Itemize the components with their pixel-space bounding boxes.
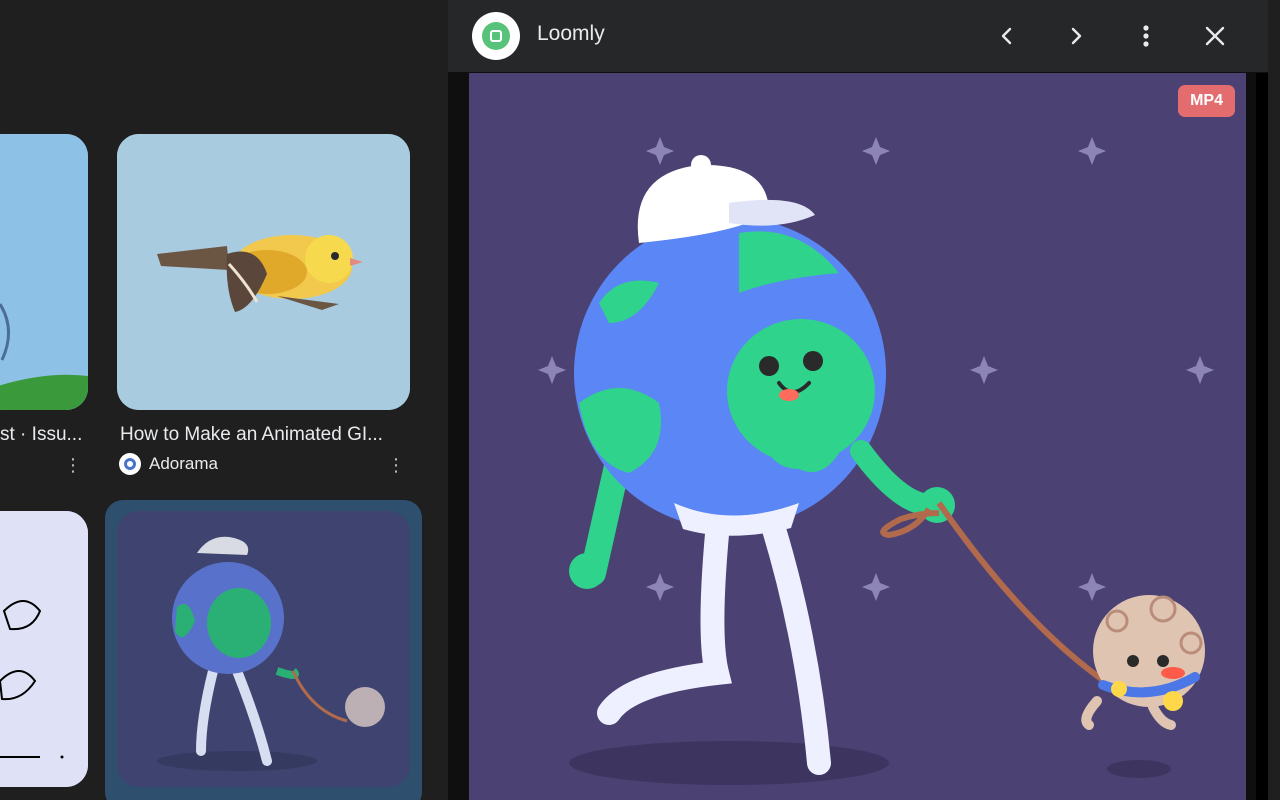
more-options-button[interactable]: [1128, 18, 1164, 54]
result-title-2[interactable]: How to Make an Animated GI...: [120, 424, 405, 446]
preview-site-name[interactable]: Loomly: [537, 22, 605, 46]
image-results-grid: st · Issu... ⋮ How to Make an Animated G…: [0, 0, 448, 800]
result-source-name-2: Adorama: [149, 454, 218, 473]
more-vertical-icon: [1143, 25, 1149, 47]
result-card-4[interactable]: [117, 511, 410, 787]
app-root: st · Issu... ⋮ How to Make an Animated G…: [0, 0, 1280, 800]
loomly-logo-icon: [482, 22, 510, 50]
preview-image[interactable]: MP4: [469, 73, 1246, 800]
result-thumbnail-1: [0, 134, 88, 410]
next-button[interactable]: [1058, 18, 1094, 54]
preview-header: Loomly: [448, 0, 1268, 72]
close-icon: [1205, 26, 1225, 46]
bird-thumbnail: [117, 134, 410, 410]
result-card-1[interactable]: [0, 134, 88, 410]
result-menu-1-icon[interactable]: ⋮: [63, 456, 83, 474]
close-button[interactable]: [1197, 18, 1233, 54]
walking-earth-illustration: [469, 73, 1246, 800]
chevron-right-icon: [1071, 27, 1082, 45]
earth-walking-thumbnail: [117, 511, 410, 787]
result-source-2[interactable]: Adorama: [119, 453, 218, 475]
result-card-3[interactable]: [0, 511, 88, 787]
result-card-2[interactable]: [117, 134, 410, 410]
result-title-1[interactable]: st · Issu...: [0, 424, 88, 446]
preview-panel: Loomly MP4: [448, 0, 1268, 800]
previous-button[interactable]: [989, 18, 1025, 54]
result-menu-2-icon[interactable]: ⋮: [386, 456, 406, 474]
loomly-logo[interactable]: [472, 12, 520, 60]
adorama-icon: [119, 453, 141, 475]
sketch-thumbnail: [0, 511, 88, 787]
chevron-left-icon: [1001, 27, 1012, 45]
preview-scroll-rail: [1256, 73, 1268, 800]
mp4-badge: MP4: [1178, 85, 1235, 117]
